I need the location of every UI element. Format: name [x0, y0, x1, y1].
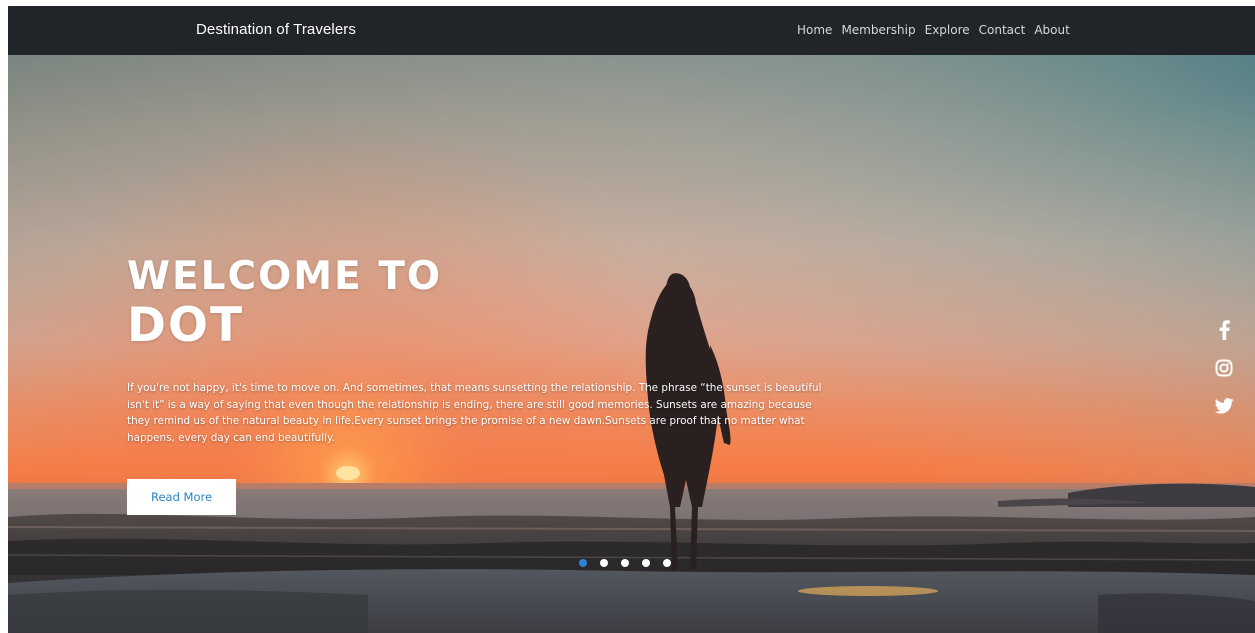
- read-more-button[interactable]: Read More: [127, 479, 236, 515]
- hero-title-line1: WELCOME TO: [127, 254, 443, 299]
- twitter-link[interactable]: [1208, 393, 1240, 419]
- facebook-link[interactable]: [1208, 317, 1240, 343]
- carousel-dot-4[interactable]: [642, 559, 650, 567]
- navbar: Destination of Travelers Home Membership…: [8, 6, 1255, 55]
- instagram-link[interactable]: [1208, 355, 1240, 381]
- carousel-dot-5[interactable]: [663, 559, 671, 567]
- hero-carousel: WELCOME TO DOT If you're not happy, it's…: [8, 55, 1255, 633]
- page: Destination of Travelers Home Membership…: [8, 6, 1255, 633]
- brand-link[interactable]: Destination of Travelers: [196, 21, 356, 38]
- nav-link-about[interactable]: About: [1034, 23, 1069, 37]
- twitter-icon: [1214, 398, 1234, 414]
- instagram-icon: [1215, 359, 1233, 377]
- nav-link-membership[interactable]: Membership: [841, 23, 915, 37]
- nav-link-home[interactable]: Home: [797, 23, 832, 37]
- hero-title: WELCOME TO DOT: [127, 257, 442, 349]
- carousel-dot-2[interactable]: [600, 559, 608, 567]
- carousel-indicators: [579, 559, 671, 567]
- hero-title-line2: DOT: [127, 298, 245, 353]
- hero-description: If you're not happy, it's time to move o…: [127, 382, 822, 444]
- facebook-icon: [1219, 320, 1230, 340]
- carousel-dot-3[interactable]: [621, 559, 629, 567]
- carousel-dot-1[interactable]: [579, 559, 587, 567]
- nav-links: Home Membership Explore Contact About: [797, 23, 1070, 37]
- nav-link-contact[interactable]: Contact: [979, 23, 1026, 37]
- nav-link-explore[interactable]: Explore: [925, 23, 970, 37]
